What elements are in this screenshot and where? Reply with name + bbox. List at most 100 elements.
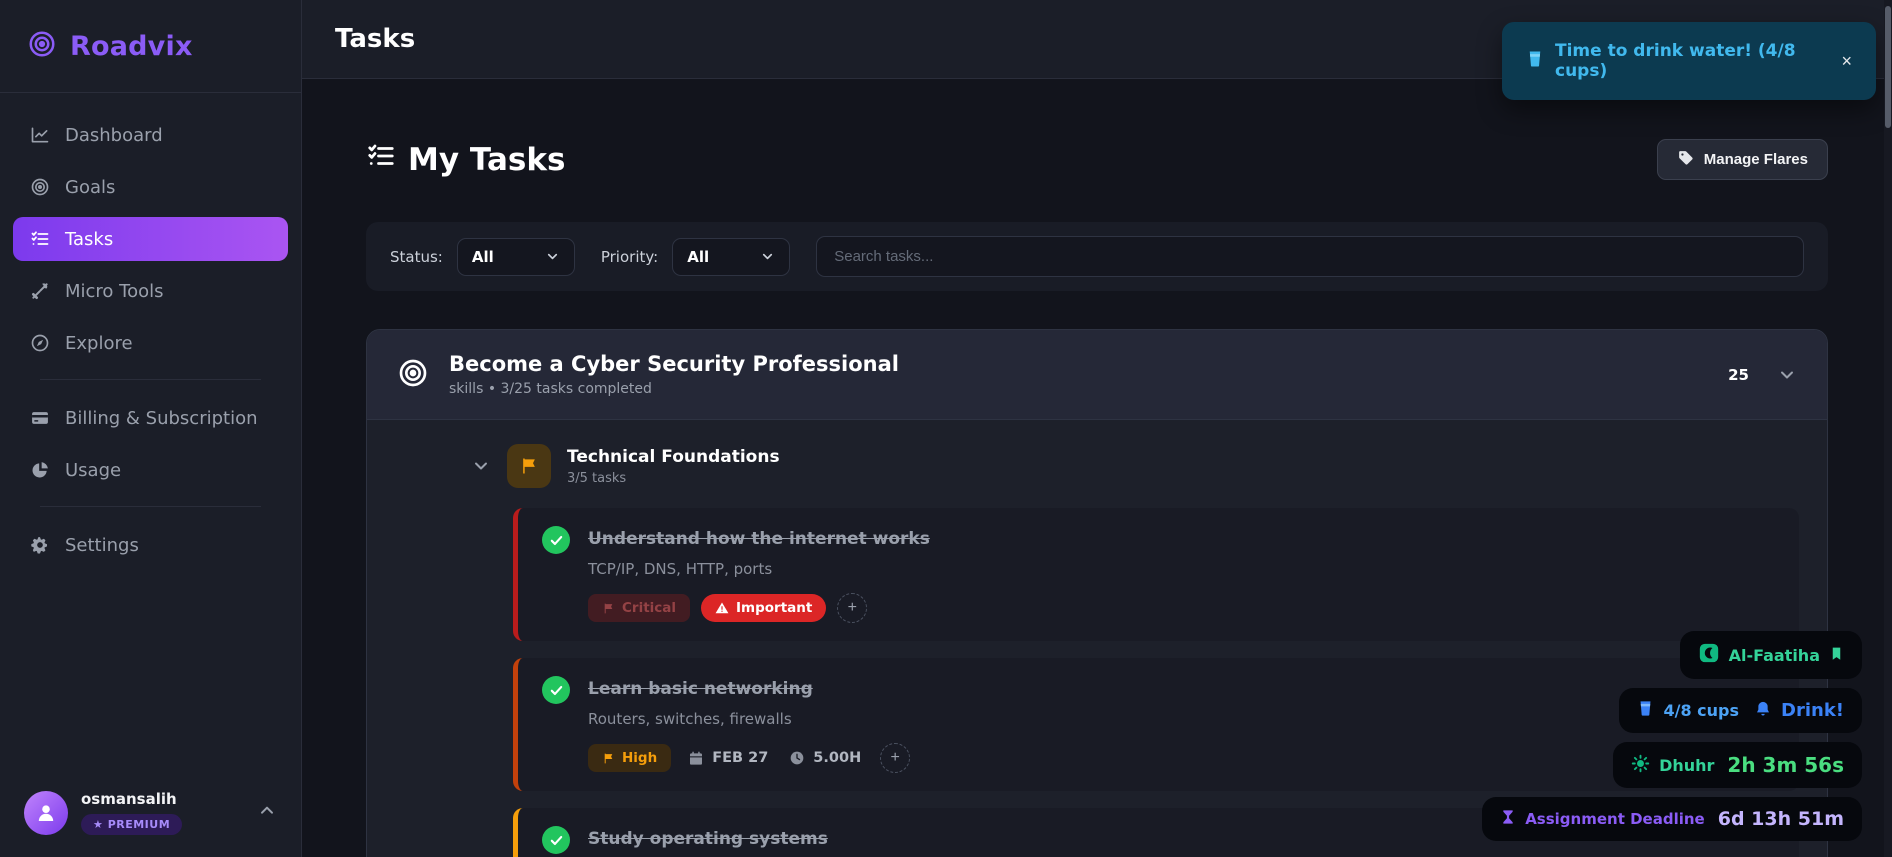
sun-icon — [1631, 754, 1650, 777]
prayer-countdown-widget[interactable]: Dhuhr 2h 3m 56s — [1613, 742, 1862, 788]
milestone-progress: 3/5 tasks — [567, 470, 627, 486]
scrollbar-thumb[interactable] — [1885, 6, 1891, 128]
water-tracker-widget[interactable]: 4/8 cups Drink! — [1619, 688, 1862, 733]
goal-subtitle: skills • 3/25 tasks completed — [449, 381, 652, 397]
sidebar-item-micro-tools[interactable]: Micro Tools — [13, 269, 288, 313]
deadline-countdown-widget[interactable]: Assignment Deadline 6d 13h 51m — [1482, 797, 1862, 841]
high-priority-badge[interactable]: High — [588, 744, 672, 772]
calendar-icon — [688, 750, 704, 766]
task-description: TCP/IP, DNS, HTTP, ports — [588, 560, 773, 578]
quran-widget[interactable]: Al-Faatiha — [1679, 631, 1862, 679]
target-icon — [29, 177, 50, 197]
app-logo[interactable]: Roadvix — [0, 0, 301, 93]
bell-icon — [1754, 700, 1772, 722]
sidebar-item-label: Usage — [65, 459, 122, 481]
sidebar-item-label: Settings — [65, 534, 139, 556]
sidebar-item-label: Goals — [65, 176, 116, 198]
task-content: Learn basic networking Routers, switches… — [588, 676, 911, 773]
chart-line-icon — [29, 125, 50, 145]
goal-title: Become a Cyber Security Professional — [449, 352, 899, 376]
sidebar-nav: Dashboard Goals Tasks Micro Tools Explor… — [0, 93, 301, 575]
critical-badge[interactable]: Critical — [588, 594, 691, 622]
task-badges: Critical Important + — [588, 593, 930, 623]
goal-header[interactable]: Become a Cyber Security Professional ski… — [367, 330, 1827, 420]
check-circle-icon[interactable] — [542, 676, 570, 704]
status-select-value: All — [471, 247, 494, 266]
user-name: osmansalih — [81, 790, 177, 808]
target-logo-icon — [27, 29, 57, 63]
sidebar-item-usage[interactable]: Usage — [13, 448, 288, 492]
milestone-title: Technical Foundations — [567, 446, 780, 467]
close-icon[interactable]: × — [1841, 51, 1852, 72]
sidebar-item-goals[interactable]: Goals — [13, 165, 288, 209]
scrollbar[interactable] — [1884, 0, 1892, 857]
chevron-down-icon — [475, 462, 487, 470]
floating-widgets: Al-Faatiha 4/8 cups Drink! Dhuhr 2h 3m 5… — [1482, 631, 1862, 841]
toast-message: Time to drink water! (4/8 cups) — [1555, 41, 1796, 81]
flag-icon — [604, 753, 613, 763]
credit-card-icon — [29, 408, 50, 428]
premium-badge: ★ PREMIUM — [81, 814, 183, 835]
user-menu[interactable]: osmansalih ★ PREMIUM — [0, 772, 301, 857]
filter-bar: Status: All Priority: All — [366, 222, 1828, 291]
hourglass-icon — [1500, 808, 1516, 830]
add-flare-button[interactable]: + — [880, 743, 911, 773]
quran-book-icon — [1698, 642, 1720, 668]
target-icon — [397, 357, 429, 393]
check-circle-icon[interactable] — [542, 826, 570, 854]
deadline-label: Assignment Deadline — [1525, 810, 1705, 828]
priority-filter-label: Priority: — [600, 247, 659, 266]
water-reminder-toast: Time to drink water! (4/8 cups) × — [1502, 22, 1876, 100]
flag-icon — [507, 444, 551, 488]
gear-icon — [29, 535, 50, 555]
important-badge[interactable]: Important — [701, 594, 827, 622]
time-estimate: 5.00H — [789, 750, 861, 766]
avatar — [24, 790, 68, 835]
search-input[interactable] — [816, 236, 1804, 277]
task-title: Study operating systems — [588, 829, 828, 849]
goal-heading: Become a Cyber Security Professional ski… — [449, 352, 899, 397]
sidebar: Roadvix Dashboard Goals Tasks Micro Tool… — [0, 0, 302, 857]
prayer-countdown: 2h 3m 56s — [1727, 753, 1844, 777]
sidebar-divider — [40, 506, 261, 507]
chevron-down-icon[interactable] — [1777, 365, 1797, 385]
check-circle-icon[interactable] — [542, 526, 570, 554]
chevron-up-icon[interactable] — [257, 801, 277, 825]
drink-action-label[interactable]: Drink! — [1781, 700, 1844, 721]
manage-flares-button[interactable]: Manage Flares — [1656, 139, 1828, 180]
sidebar-item-settings[interactable]: Settings — [13, 523, 288, 567]
sidebar-item-label: Tasks — [65, 228, 114, 250]
sidebar-item-dashboard[interactable]: Dashboard — [13, 113, 288, 157]
add-flare-button[interactable]: + — [837, 593, 868, 623]
water-cups-count: 4/8 cups — [1663, 701, 1740, 720]
water-glass-icon — [1637, 699, 1654, 722]
manage-flares-label: Manage Flares — [1703, 151, 1808, 168]
milestone-row[interactable]: Technical Foundations 3/5 tasks — [471, 444, 1799, 488]
due-date: FEB 27 — [688, 750, 768, 766]
chevron-down-icon — [547, 253, 557, 260]
clock-icon — [789, 750, 805, 766]
flag-icon — [604, 603, 613, 613]
task-description: Routers, switches, firewalls — [588, 710, 792, 728]
sidebar-item-label: Explore — [65, 332, 133, 354]
sidebar-item-billing[interactable]: Billing & Subscription — [13, 396, 288, 440]
task-content: Understand how the internet works TCP/IP… — [588, 526, 930, 623]
task-title: Understand how the internet works — [588, 529, 930, 549]
bookmark-icon[interactable] — [1829, 646, 1844, 665]
sidebar-item-tasks[interactable]: Tasks — [13, 217, 288, 261]
status-select[interactable]: All — [456, 237, 575, 276]
quran-surah-label: Al-Faatiha — [1728, 645, 1820, 665]
priority-select-value: All — [687, 247, 710, 266]
task-row[interactable]: Understand how the internet works TCP/IP… — [513, 508, 1799, 641]
checklist-icon — [29, 229, 50, 249]
priority-select[interactable]: All — [672, 237, 791, 276]
topbar-title: Tasks — [335, 24, 416, 54]
user-info: osmansalih ★ PREMIUM — [81, 790, 183, 835]
task-content: Study operating systems — [588, 826, 828, 854]
sidebar-item-explore[interactable]: Explore — [13, 321, 288, 365]
compass-icon — [29, 333, 50, 353]
page-title-text: My Tasks — [408, 141, 566, 178]
sidebar-divider — [40, 379, 261, 380]
task-title: Learn basic networking — [588, 679, 813, 699]
page-title: My Tasks — [366, 141, 565, 179]
